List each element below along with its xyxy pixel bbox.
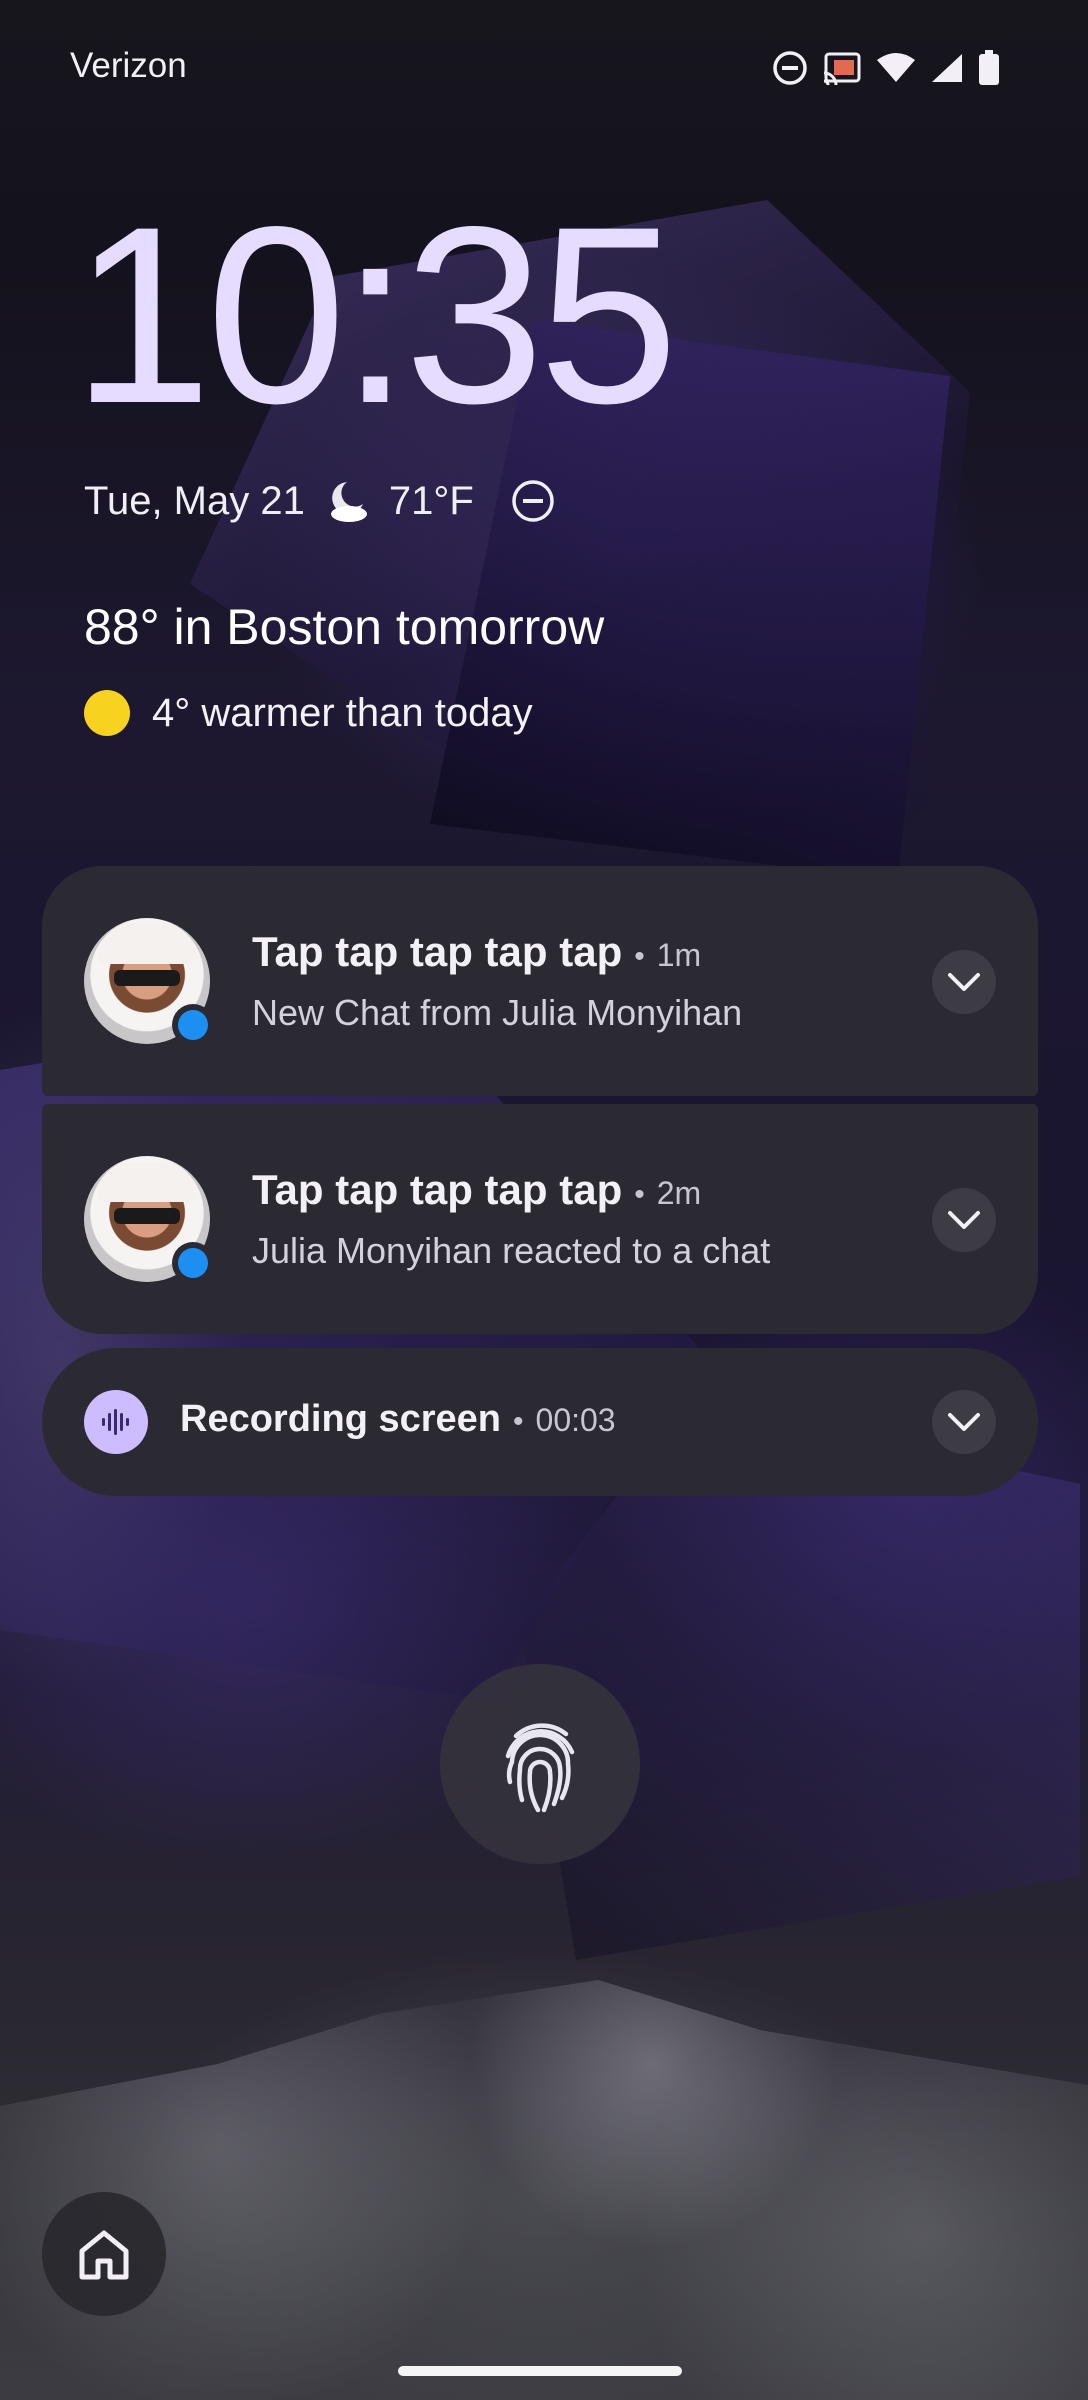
- navigation-handle[interactable]: [398, 2366, 682, 2376]
- separator-dot: •: [634, 940, 645, 973]
- recording-title: Recording screen: [180, 1398, 501, 1440]
- carrier-name: Verizon: [70, 46, 187, 85]
- home-shortcut-button[interactable]: [42, 2192, 166, 2316]
- chevron-down-icon: [948, 973, 980, 991]
- notification-card[interactable]: Tap tap tap tap tap • 2m Julia Monyihan …: [42, 1104, 1038, 1334]
- lockscreen-clock: 10:35: [72, 175, 679, 456]
- notification-stack: Tap tap tap tap tap • 1m New Chat from J…: [42, 866, 1038, 1334]
- dnd-icon: [512, 480, 554, 522]
- forecast-detail-row: 4° warmer than today: [84, 690, 533, 736]
- notification-time: 1m: [656, 937, 702, 973]
- avatar-sunglasses: [114, 970, 180, 986]
- temperature-text[interactable]: 71°F: [389, 479, 474, 524]
- avatar-cap: [98, 1162, 196, 1202]
- cast-icon: [823, 52, 861, 85]
- snapchat-icon: [172, 1004, 214, 1046]
- home-icon: [79, 2230, 129, 2280]
- date-weather-row: Tue, May 21 71°F: [84, 478, 556, 524]
- forecast-detail: 4° warmer than today: [152, 690, 533, 735]
- cell-signal-icon: [932, 54, 962, 82]
- moon-cloud-icon: [330, 482, 367, 522]
- audio-waveform-icon: [84, 1390, 148, 1454]
- recording-notification[interactable]: Recording screen • 00:03: [42, 1348, 1038, 1496]
- expand-button[interactable]: [932, 950, 996, 1014]
- avatar: [84, 918, 214, 1046]
- chevron-down-icon: [948, 1413, 980, 1431]
- expand-button[interactable]: [932, 1188, 996, 1252]
- status-bar: Verizon: [0, 0, 1088, 130]
- fingerprint-icon: [505, 1723, 575, 1813]
- avatar: [84, 1156, 214, 1284]
- rock-shape: [0, 1980, 1088, 2400]
- chevron-down-icon: [948, 1211, 980, 1229]
- wifi-icon: [877, 53, 915, 82]
- notification-header: Tap tap tap tap tap • 2m: [252, 1166, 701, 1214]
- sun-icon: [84, 690, 130, 736]
- notification-header: Tap tap tap tap tap • 1m: [252, 928, 701, 976]
- notification-body: New Chat from Julia Monyihan: [252, 992, 743, 1033]
- battery-icon: [979, 50, 999, 85]
- separator-dot: •: [634, 1178, 645, 1211]
- notification-body: Julia Monyihan reacted to a chat: [252, 1230, 771, 1271]
- avatar-sunglasses: [114, 1208, 180, 1224]
- status-icons: [772, 48, 1000, 88]
- dnd-icon: [773, 51, 807, 85]
- fingerprint-unlock-button[interactable]: [440, 1664, 640, 1864]
- avatar-cap: [98, 924, 196, 964]
- forecast-headline[interactable]: 88° in Boston tomorrow: [84, 598, 604, 656]
- notification-card[interactable]: Tap tap tap tap tap • 1m New Chat from J…: [42, 866, 1038, 1096]
- recording-timer: 00:03: [535, 1402, 616, 1438]
- notification-title: Tap tap tap tap tap: [252, 928, 623, 975]
- recording-header: Recording screen • 00:03: [180, 1398, 616, 1441]
- expand-button[interactable]: [932, 1390, 996, 1454]
- separator-dot: •: [513, 1405, 524, 1438]
- notification-time: 2m: [656, 1175, 702, 1211]
- date-text[interactable]: Tue, May 21: [84, 479, 305, 524]
- notification-title: Tap tap tap tap tap: [252, 1166, 623, 1213]
- snapchat-icon: [172, 1242, 214, 1284]
